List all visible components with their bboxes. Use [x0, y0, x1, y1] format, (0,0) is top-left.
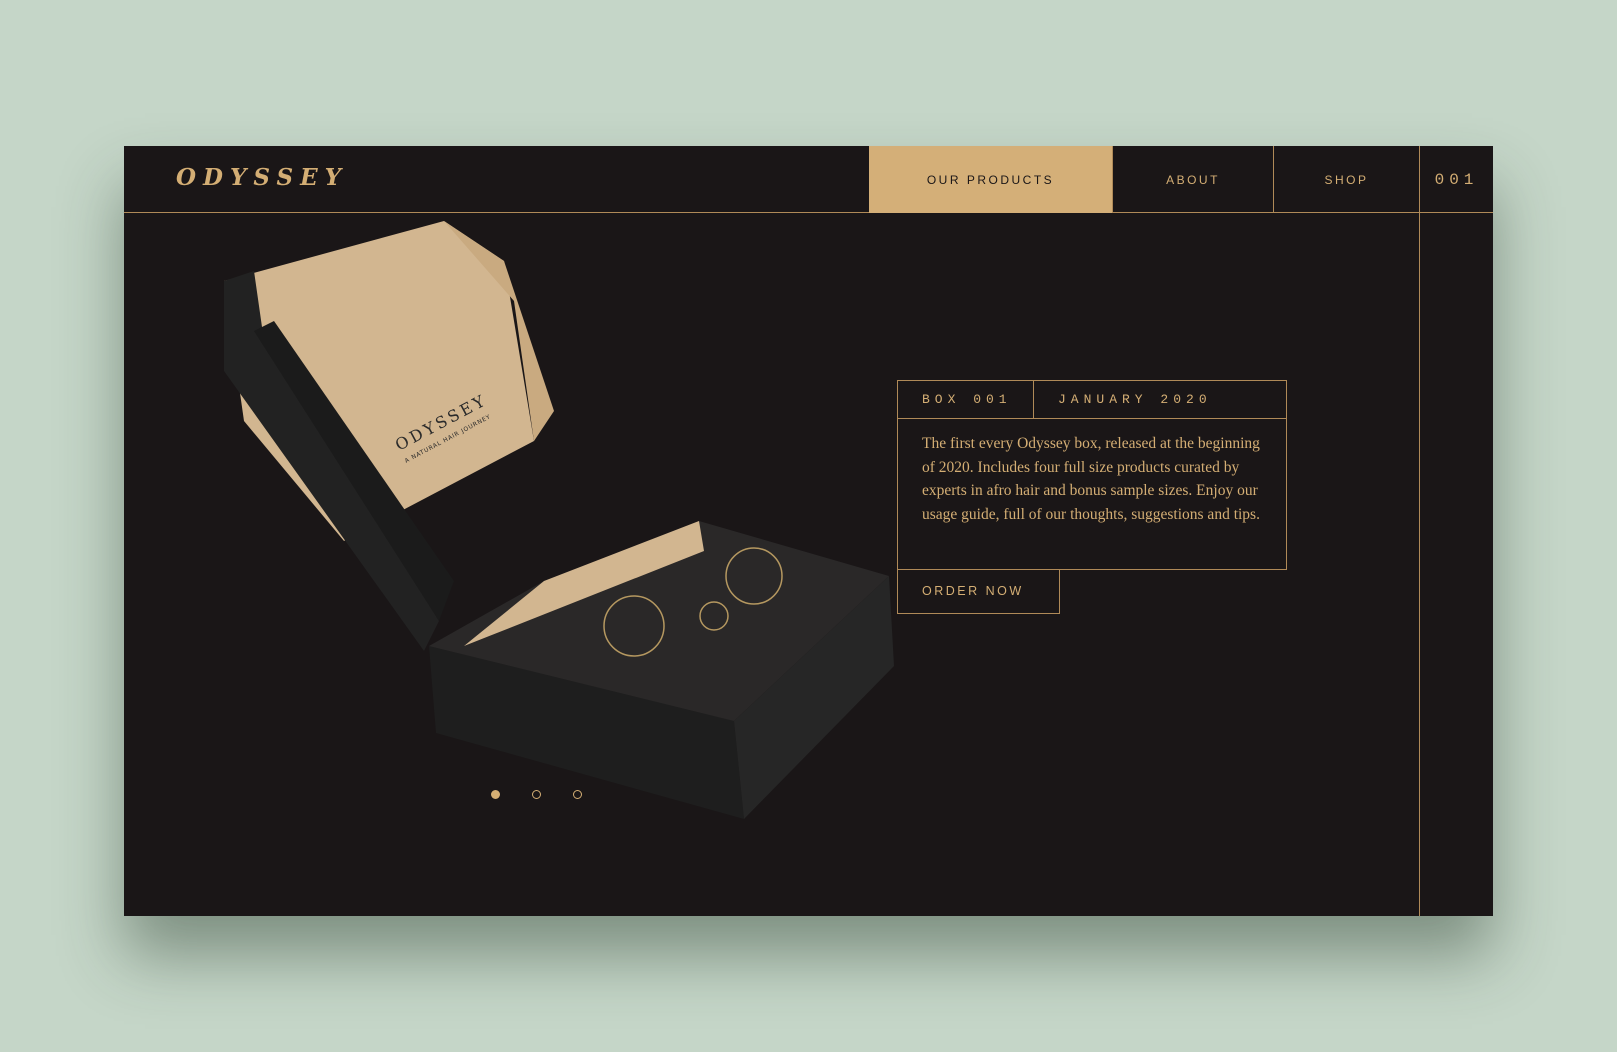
box-label: BOX 001: [898, 381, 1034, 418]
carousel-dot-2[interactable]: [532, 790, 541, 799]
header: ODYSSEY OUR PRODUCTS ABOUT SHOP: [124, 146, 1493, 213]
carousel-dot-3[interactable]: [573, 790, 582, 799]
product-box-image: ODYSSEY A NATURAL HAIR JOURNEY: [224, 221, 894, 819]
product-description: The first every Odyssey box, released at…: [922, 435, 1260, 523]
carousel-dot-1[interactable]: [491, 790, 500, 799]
nav-about[interactable]: ABOUT: [1112, 146, 1273, 213]
slide-counter: 001: [1434, 170, 1479, 189]
logo[interactable]: ODYSSEY: [176, 164, 348, 191]
product-info-card: BOX 001 JANUARY 2020 The first every Ody…: [897, 380, 1287, 570]
hero-frame: ODYSSEY OUR PRODUCTS ABOUT SHOP 001 ODYS…: [124, 146, 1493, 916]
divider: [1419, 146, 1420, 916]
nav-shop[interactable]: SHOP: [1273, 146, 1419, 213]
order-now-button[interactable]: ORDER NOW: [897, 569, 1060, 614]
nav-our-products[interactable]: OUR PRODUCTS: [869, 146, 1112, 213]
release-date: JANUARY 2020: [1058, 392, 1212, 407]
